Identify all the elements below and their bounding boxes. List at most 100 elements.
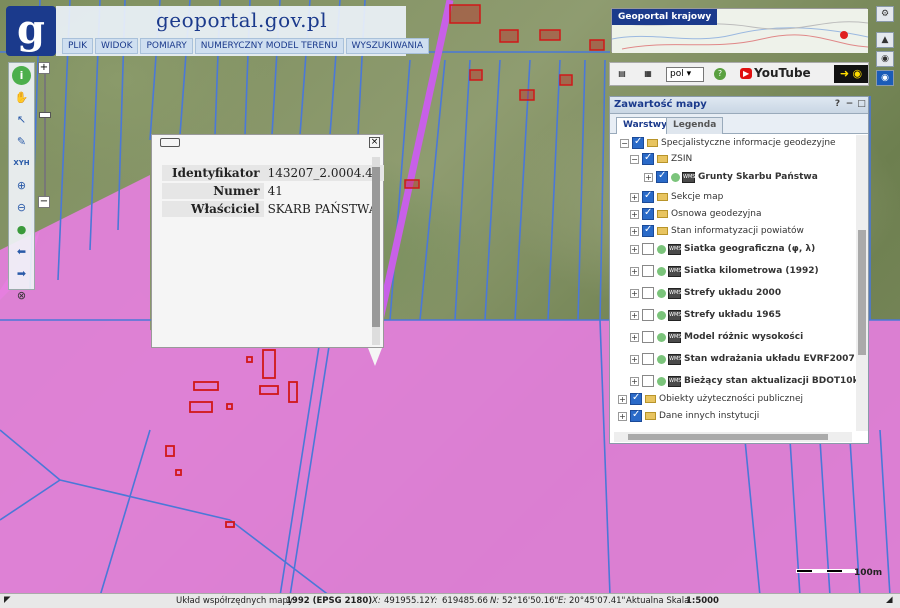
expand-icon[interactable]: + <box>630 192 639 202</box>
collapse-icon[interactable]: − <box>630 154 639 164</box>
layer-checkbox[interactable] <box>642 207 654 220</box>
layer-tree-scroll-thumb[interactable] <box>858 230 866 355</box>
collapse-icon[interactable]: − <box>620 138 629 148</box>
globe-icon[interactable]: ● <box>12 220 31 239</box>
layer-tree-item[interactable]: + WMS Stan wdrażania układu EVRF2007 <box>630 353 855 369</box>
layer-tree-item[interactable]: + WMS Strefy układu 2000 <box>630 287 781 303</box>
e-value: 20°45'07.41" <box>569 596 626 606</box>
status-left-icon[interactable]: ◤ <box>4 595 11 605</box>
zoom-in-icon[interactable]: ⊕ <box>12 176 31 195</box>
zoom-plus-button[interactable]: + <box>38 62 50 74</box>
popup-scrollbar[interactable] <box>372 157 380 345</box>
geoportal-logo[interactable]: g <box>6 6 56 56</box>
expand-icon[interactable]: + <box>630 310 639 320</box>
wms-layer-icon: WMS <box>668 375 681 387</box>
back-arrow-icon[interactable]: ⬅ <box>12 242 31 261</box>
popup-scroll-thumb[interactable] <box>372 167 380 327</box>
layer-checkbox[interactable] <box>642 309 654 321</box>
layer-tree-item[interactable]: + WMS Siatka kilometrowa (1992) <box>630 265 819 281</box>
help-icon[interactable]: ? <box>833 100 842 109</box>
help-icon[interactable]: ? <box>714 68 726 80</box>
zoom-out-icon[interactable]: ⊖ <box>12 198 31 217</box>
expand-icon[interactable]: + <box>630 354 639 364</box>
tab-legenda[interactable]: Legenda <box>666 117 724 134</box>
layer-checkbox[interactable] <box>632 136 644 149</box>
youtube-play-icon: ▶ <box>740 68 753 79</box>
expand-icon[interactable]: + <box>630 226 639 236</box>
wms-icon[interactable]: ▦ <box>642 68 654 80</box>
expand-icon[interactable]: + <box>618 411 627 421</box>
forward-arrow-icon[interactable]: ➡ <box>12 264 31 283</box>
info-icon[interactable]: i <box>12 66 31 85</box>
select-arrow-icon[interactable]: ↖ <box>12 110 31 129</box>
zoom-track[interactable] <box>39 74 51 196</box>
layer-tree-item[interactable]: − Specjalistyczne informacje geodezyjne <box>620 136 836 153</box>
layer-tree-item[interactable]: + Obiekty użyteczności publicznej <box>618 392 803 409</box>
accessibility-eye-icon[interactable]: ➜ ◉ <box>834 65 868 83</box>
zoom-minus-button[interactable]: − <box>38 196 50 208</box>
layer-tree-item[interactable]: + WMSGrunty Skarbu Państwa <box>644 170 818 187</box>
layer-tree-item[interactable]: + Sekcje map <box>630 190 723 207</box>
layer-tree-item[interactable]: + WMS Siatka geograficzna (φ, λ) <box>630 243 815 259</box>
layer-tree-hscrollbar[interactable] <box>614 432 852 442</box>
layer-tree-item[interactable]: + Dane innych instytucji <box>618 409 759 426</box>
wms-layer-icon: WMS <box>668 265 681 277</box>
crosshair-icon[interactable]: ⊗ <box>12 286 31 305</box>
expand-icon[interactable]: + <box>644 172 653 182</box>
popup-back-icon[interactable] <box>160 138 180 147</box>
expand-icon[interactable]: + <box>630 288 639 298</box>
layer-tree-item[interactable]: + Stan informatyzacji powiatów <box>630 224 804 241</box>
layer-tree-scrollbar[interactable] <box>856 135 868 431</box>
minimize-icon[interactable]: − <box>845 100 854 109</box>
layer-checkbox[interactable] <box>642 190 654 203</box>
menu-widok[interactable]: WIDOK <box>95 38 139 54</box>
layer-tree-item[interactable]: + WMS Strefy układu 1965 <box>630 309 781 325</box>
popup-close-icon[interactable]: × <box>369 137 380 148</box>
print-icon[interactable]: ▤ <box>616 68 628 80</box>
layer-checkbox[interactable] <box>630 392 642 405</box>
layer-checkbox[interactable] <box>642 265 654 277</box>
eye-toggle-icon[interactable]: ◉ <box>876 51 894 67</box>
expand-icon[interactable]: + <box>630 376 639 386</box>
layer-tree-hscroll-thumb[interactable] <box>628 434 828 440</box>
layer-checkbox[interactable] <box>630 409 642 422</box>
language-select[interactable]: pol ▾ <box>666 67 704 82</box>
expand-icon[interactable]: + <box>630 244 639 254</box>
settings-icon[interactable]: ⚙ <box>876 6 894 22</box>
layer-checkbox[interactable] <box>642 224 654 237</box>
layer-tree-item[interactable]: + WMS Model różnic wysokości <box>630 331 803 347</box>
xyh-icon[interactable]: XYH <box>12 154 31 173</box>
menu-nmt[interactable]: NUMERYCZNY MODEL TERENU <box>194 38 344 54</box>
zoom-knob[interactable] <box>39 112 51 118</box>
pan-hand-icon[interactable]: ✋ <box>12 88 31 107</box>
pencil-icon[interactable]: ✎ <box>12 132 31 151</box>
layer-checkbox[interactable] <box>642 331 654 343</box>
status-dot-icon <box>657 310 666 320</box>
layer-tree-item[interactable]: + WMS Bieżący stan aktualizacji BDOT10k <box>630 375 856 391</box>
folder-icon <box>647 139 658 147</box>
layer-label: Strefy układu 2000 <box>684 288 782 298</box>
folder-icon <box>657 227 668 235</box>
expand-icon[interactable]: + <box>630 266 639 276</box>
attr-key: Właściciel <box>162 201 264 217</box>
layer-checkbox[interactable] <box>642 243 654 255</box>
menu-pomiary[interactable]: POMIARY <box>140 38 193 54</box>
close-icon[interactable]: □ <box>857 100 866 109</box>
expand-icon[interactable]: + <box>630 332 639 342</box>
collapse-up-icon[interactable]: ▲ <box>876 32 894 48</box>
layer-checkbox[interactable] <box>642 353 654 365</box>
layer-checkbox[interactable] <box>642 287 654 299</box>
status-right-icon[interactable]: ◢ <box>886 595 893 605</box>
layer-checkbox[interactable] <box>642 152 654 165</box>
eye-active-icon[interactable]: ◉ <box>876 70 894 86</box>
layer-checkbox[interactable] <box>656 170 668 183</box>
expand-icon[interactable]: + <box>630 209 639 219</box>
layer-checkbox[interactable] <box>642 375 654 387</box>
expand-icon[interactable]: + <box>618 394 627 404</box>
menu-plik[interactable]: PLIK <box>62 38 93 54</box>
youtube-link[interactable]: ▶ YouTube <box>740 66 811 80</box>
layer-tree-item[interactable]: + Osnowa geodezyjna <box>630 207 762 224</box>
layer-tree-item[interactable]: − ZSIN <box>630 152 692 169</box>
overview-minimap[interactable]: Geoportal krajowy <box>611 8 868 53</box>
menu-wyszukiwania[interactable]: WYSZUKIWANIA <box>345 38 430 54</box>
